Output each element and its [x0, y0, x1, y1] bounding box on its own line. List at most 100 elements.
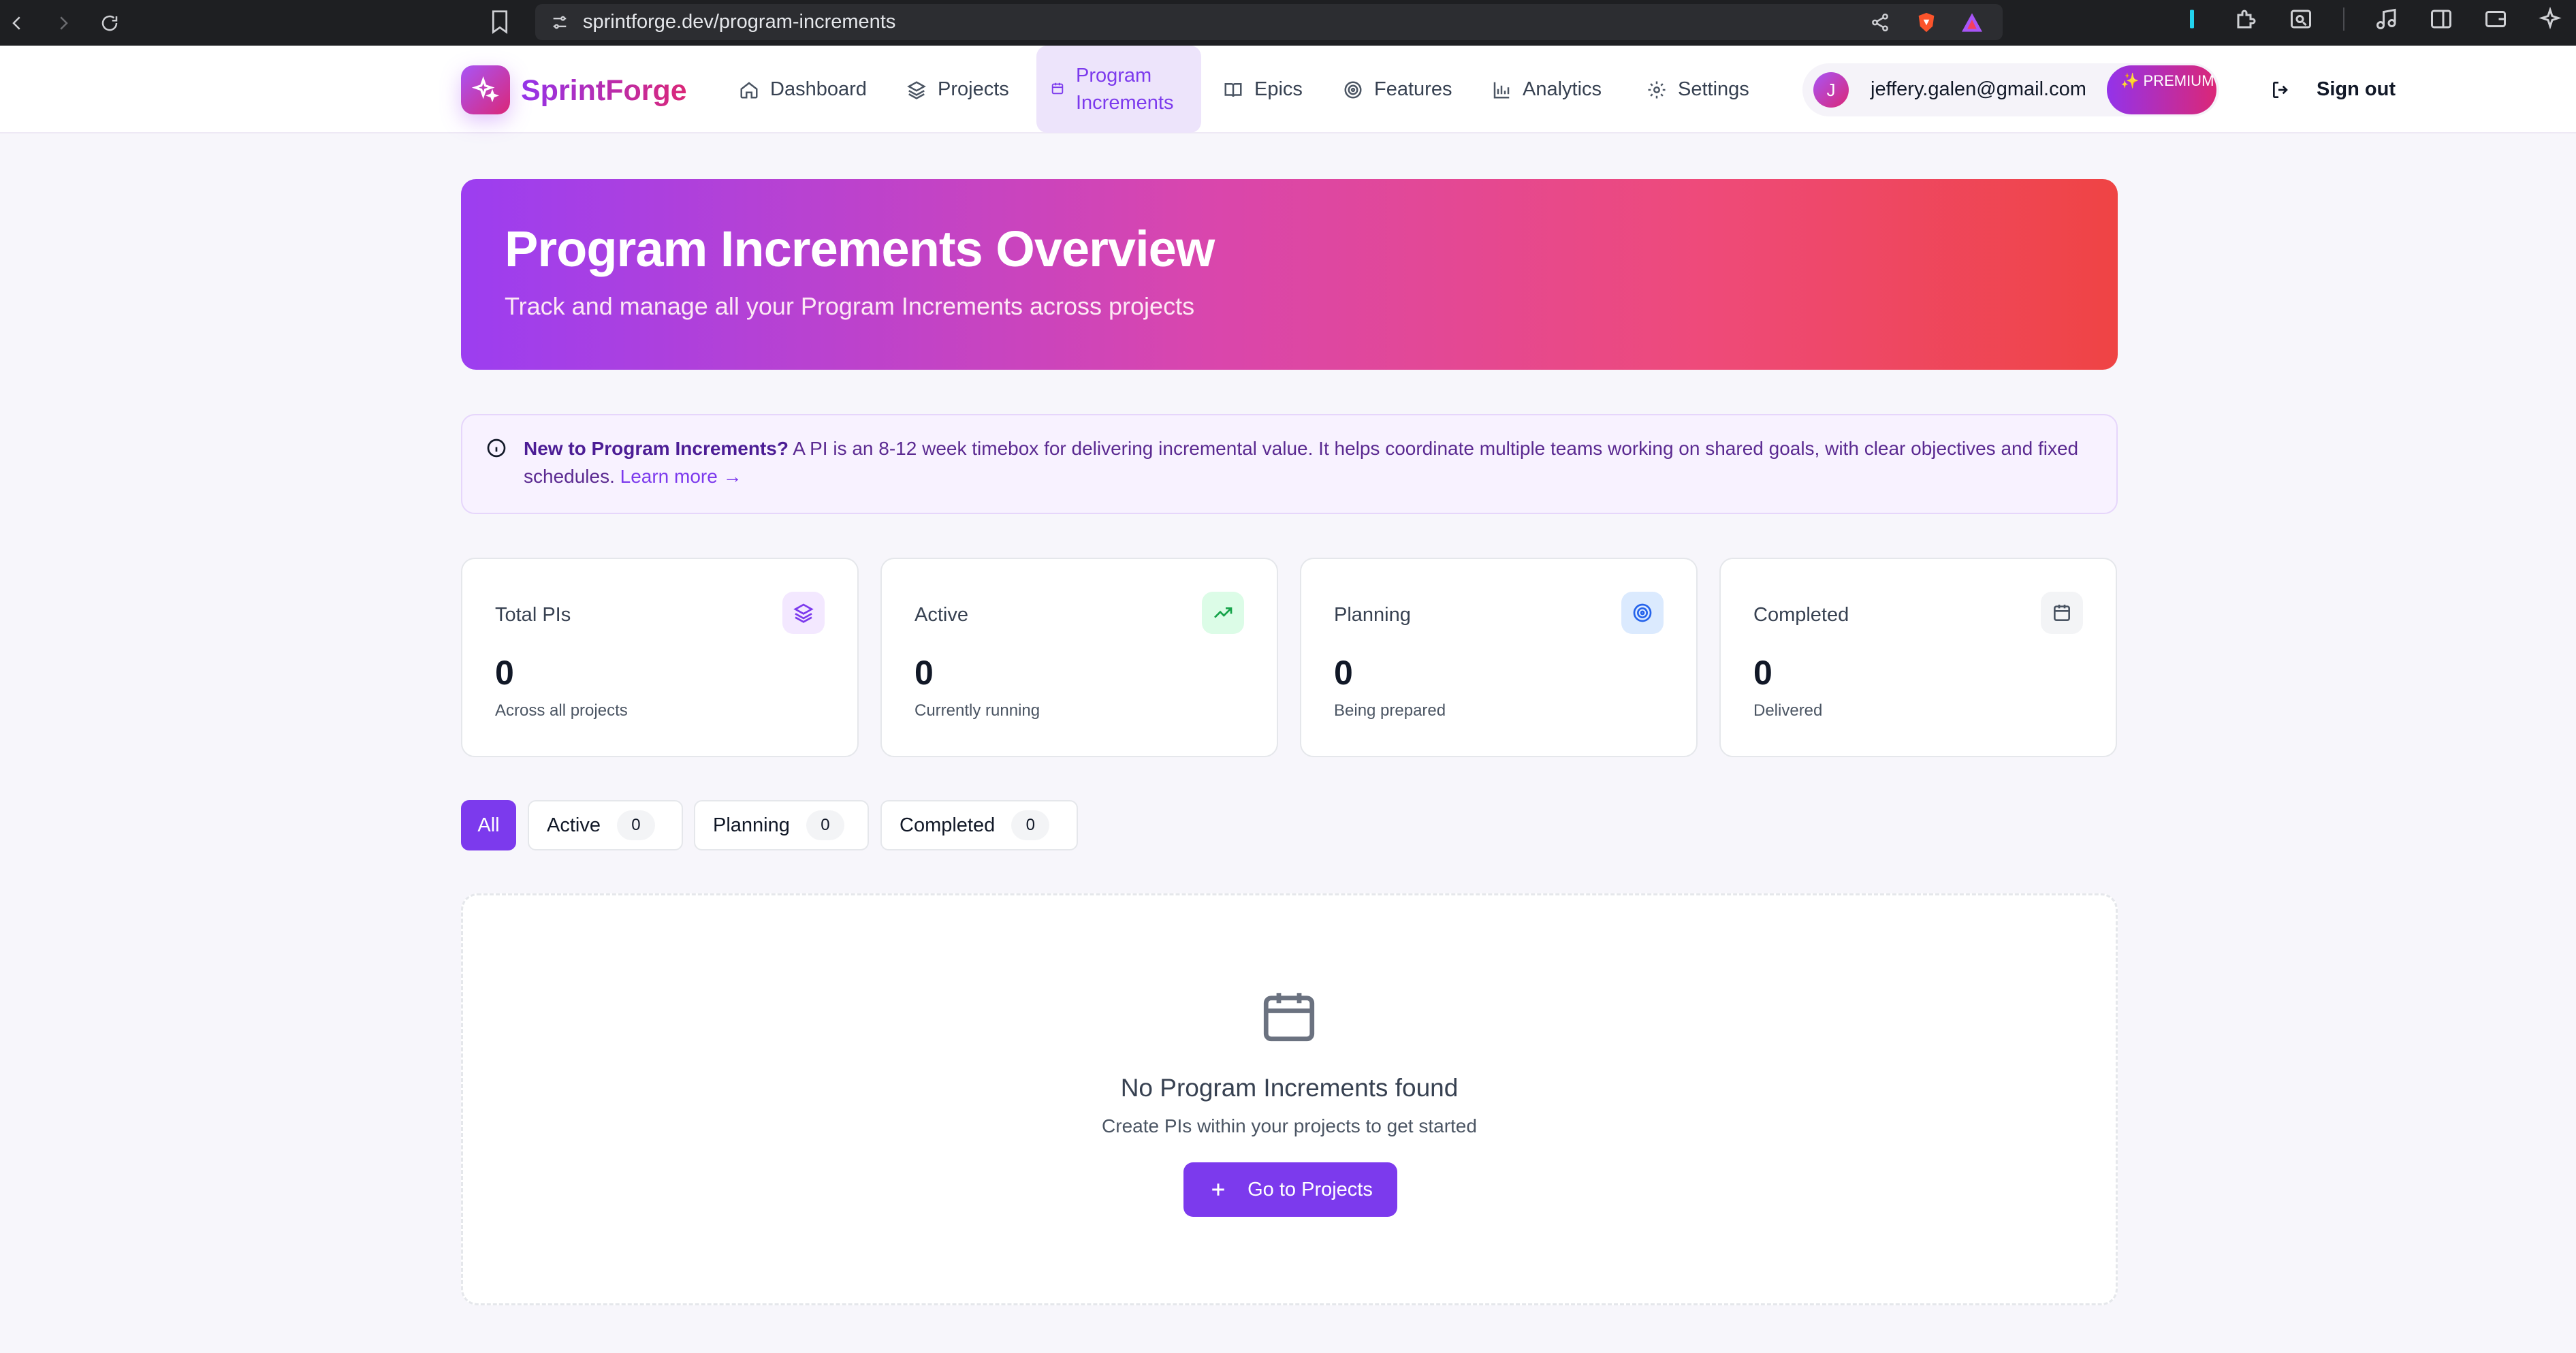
- hero-banner: Program Increments Overview Track and ma…: [461, 179, 2118, 370]
- browser-toolbar: sprintforge.dev/program-increments: [0, 0, 2576, 46]
- stat-label: Planning: [1334, 604, 1411, 626]
- go-to-projects-button[interactable]: Go to Projects: [1183, 1162, 1397, 1217]
- nav-program-increments[interactable]: Program Increments: [1036, 46, 1201, 133]
- stat-value: 0: [1334, 654, 1353, 692]
- filter-tab-completed[interactable]: Completed 0: [880, 800, 1078, 850]
- info-callout: New to Program Increments? A PI is an 8-…: [461, 414, 2118, 514]
- filter-count: 0: [616, 810, 655, 840]
- extension-icon[interactable]: [2180, 7, 2204, 31]
- brand-name[interactable]: SprintForge: [521, 74, 687, 108]
- filter-label: Completed: [900, 814, 996, 836]
- filter-tab-planning[interactable]: Planning 0: [694, 800, 869, 850]
- brand-logo[interactable]: [461, 65, 510, 114]
- stat-caption: Being prepared: [1334, 701, 1446, 720]
- nav-dashboard[interactable]: Dashboard: [739, 46, 867, 133]
- screenshot-icon[interactable]: [2289, 7, 2313, 31]
- sign-out-button[interactable]: Sign out: [2270, 46, 2396, 133]
- bookmark-icon[interactable]: [490, 10, 509, 34]
- filter-label: All: [477, 814, 500, 836]
- nav-label: Projects: [938, 78, 1009, 100]
- app-header: SprintForge Dashboard Projects Program I…: [0, 46, 2576, 133]
- page-title: Program Increments Overview: [505, 221, 1215, 277]
- stat-icon-wrap: [782, 592, 825, 634]
- filter-tab-active[interactable]: Active 0: [528, 800, 683, 850]
- target-icon: [1633, 603, 1652, 622]
- button-label: Go to Projects: [1247, 1178, 1373, 1200]
- stat-caption: Delivered: [1753, 701, 1823, 720]
- logout-icon: [2273, 81, 2288, 98]
- gear-icon: [1648, 81, 1666, 98]
- reload-icon[interactable]: [99, 13, 120, 33]
- calendar-icon: [2054, 605, 2070, 621]
- stat-caption: Across all projects: [495, 701, 628, 720]
- stat-card-active: Active 0 Currently running: [880, 558, 1278, 757]
- nav-features[interactable]: Features: [1343, 46, 1452, 133]
- empty-subtitle: Create PIs within your projects to get s…: [1102, 1115, 1477, 1136]
- media-icon[interactable]: [2374, 7, 2399, 31]
- avatar[interactable]: J: [1813, 72, 1849, 108]
- book-icon: [1224, 82, 1242, 97]
- user-menu[interactable]: J jeffery.galen@gmail.com ✨ PREMIUM: [1802, 63, 2219, 116]
- filter-label: Active: [547, 814, 601, 836]
- url-text: sprintforge.dev/program-increments: [583, 11, 896, 33]
- user-email: jeffery.galen@gmail.com: [1871, 78, 2086, 100]
- filter-count: 0: [806, 810, 844, 840]
- calendar-icon: [1051, 82, 1064, 95]
- nav-epics[interactable]: Epics: [1223, 46, 1303, 133]
- address-bar[interactable]: sprintforge.dev/program-increments: [535, 4, 2003, 40]
- filter-count: 0: [1011, 810, 1050, 840]
- calendar-icon: [1263, 993, 1315, 1042]
- rewards-icon[interactable]: [1960, 12, 1984, 33]
- target-icon: [1344, 81, 1362, 98]
- stat-label: Active: [915, 604, 968, 626]
- plus-icon: [1212, 1183, 1224, 1196]
- stat-value: 0: [495, 654, 514, 692]
- nav-label: Features: [1374, 78, 1452, 100]
- stat-caption: Currently running: [915, 701, 1040, 720]
- layers-icon: [907, 80, 926, 99]
- site-settings-icon[interactable]: [550, 13, 569, 32]
- nav-label: Epics: [1254, 78, 1303, 100]
- stat-value: 0: [915, 654, 934, 692]
- stat-card-total: Total PIs 0 Across all projects: [461, 558, 859, 757]
- empty-title: No Program Increments found: [1120, 1074, 1459, 1102]
- nav-settings[interactable]: Settings: [1647, 46, 1749, 133]
- stat-icon-wrap: [2041, 592, 2083, 634]
- stat-label: Total PIs: [495, 604, 571, 626]
- home-icon: [740, 81, 758, 98]
- sparkles-icon: [472, 76, 499, 103]
- bar-chart-icon: [1493, 82, 1510, 98]
- sidebar-icon[interactable]: [2429, 7, 2453, 31]
- info-icon: [487, 439, 506, 458]
- share-icon[interactable]: [1870, 12, 1890, 33]
- premium-badge: ✨ PREMIUM: [2107, 65, 2216, 114]
- info-text: New to Program Increments? A PI is an 8-…: [524, 434, 2090, 490]
- learn-more-link[interactable]: Learn more →: [620, 466, 742, 487]
- puzzle-icon[interactable]: [2234, 7, 2259, 31]
- page-subtitle: Track and manage all your Program Increm…: [505, 292, 1195, 320]
- stat-icon-wrap: [1621, 592, 1664, 634]
- back-icon[interactable]: [7, 13, 27, 33]
- nav-label: Program Increments: [1076, 65, 1174, 114]
- filter-label: Planning: [713, 814, 790, 836]
- stat-card-completed: Completed 0 Delivered: [1719, 558, 2117, 757]
- stat-card-planning: Planning 0 Being prepared: [1300, 558, 1698, 757]
- sign-out-label: Sign out: [2317, 78, 2396, 100]
- leo-ai-icon[interactable]: [2538, 7, 2562, 31]
- layers-icon: [793, 603, 814, 623]
- brave-shield-icon[interactable]: [1915, 11, 1938, 34]
- stat-label: Completed: [1753, 604, 1849, 626]
- nav-label: Dashboard: [770, 78, 867, 100]
- filter-tab-all[interactable]: All: [461, 800, 516, 850]
- wallet-icon[interactable]: [2483, 7, 2508, 31]
- nav-label: Settings: [1678, 78, 1749, 100]
- nav-projects[interactable]: Projects: [906, 46, 1009, 133]
- info-title: New to Program Increments?: [524, 438, 789, 459]
- trending-up-icon: [1214, 607, 1233, 618]
- stat-value: 0: [1753, 654, 1772, 692]
- nav-label: Analytics: [1523, 78, 1602, 100]
- nav-analytics[interactable]: Analytics: [1491, 46, 1602, 133]
- stat-icon-wrap: [1202, 592, 1244, 634]
- empty-state: No Program Increments found Create PIs w…: [461, 893, 2118, 1305]
- forward-icon[interactable]: [53, 13, 74, 33]
